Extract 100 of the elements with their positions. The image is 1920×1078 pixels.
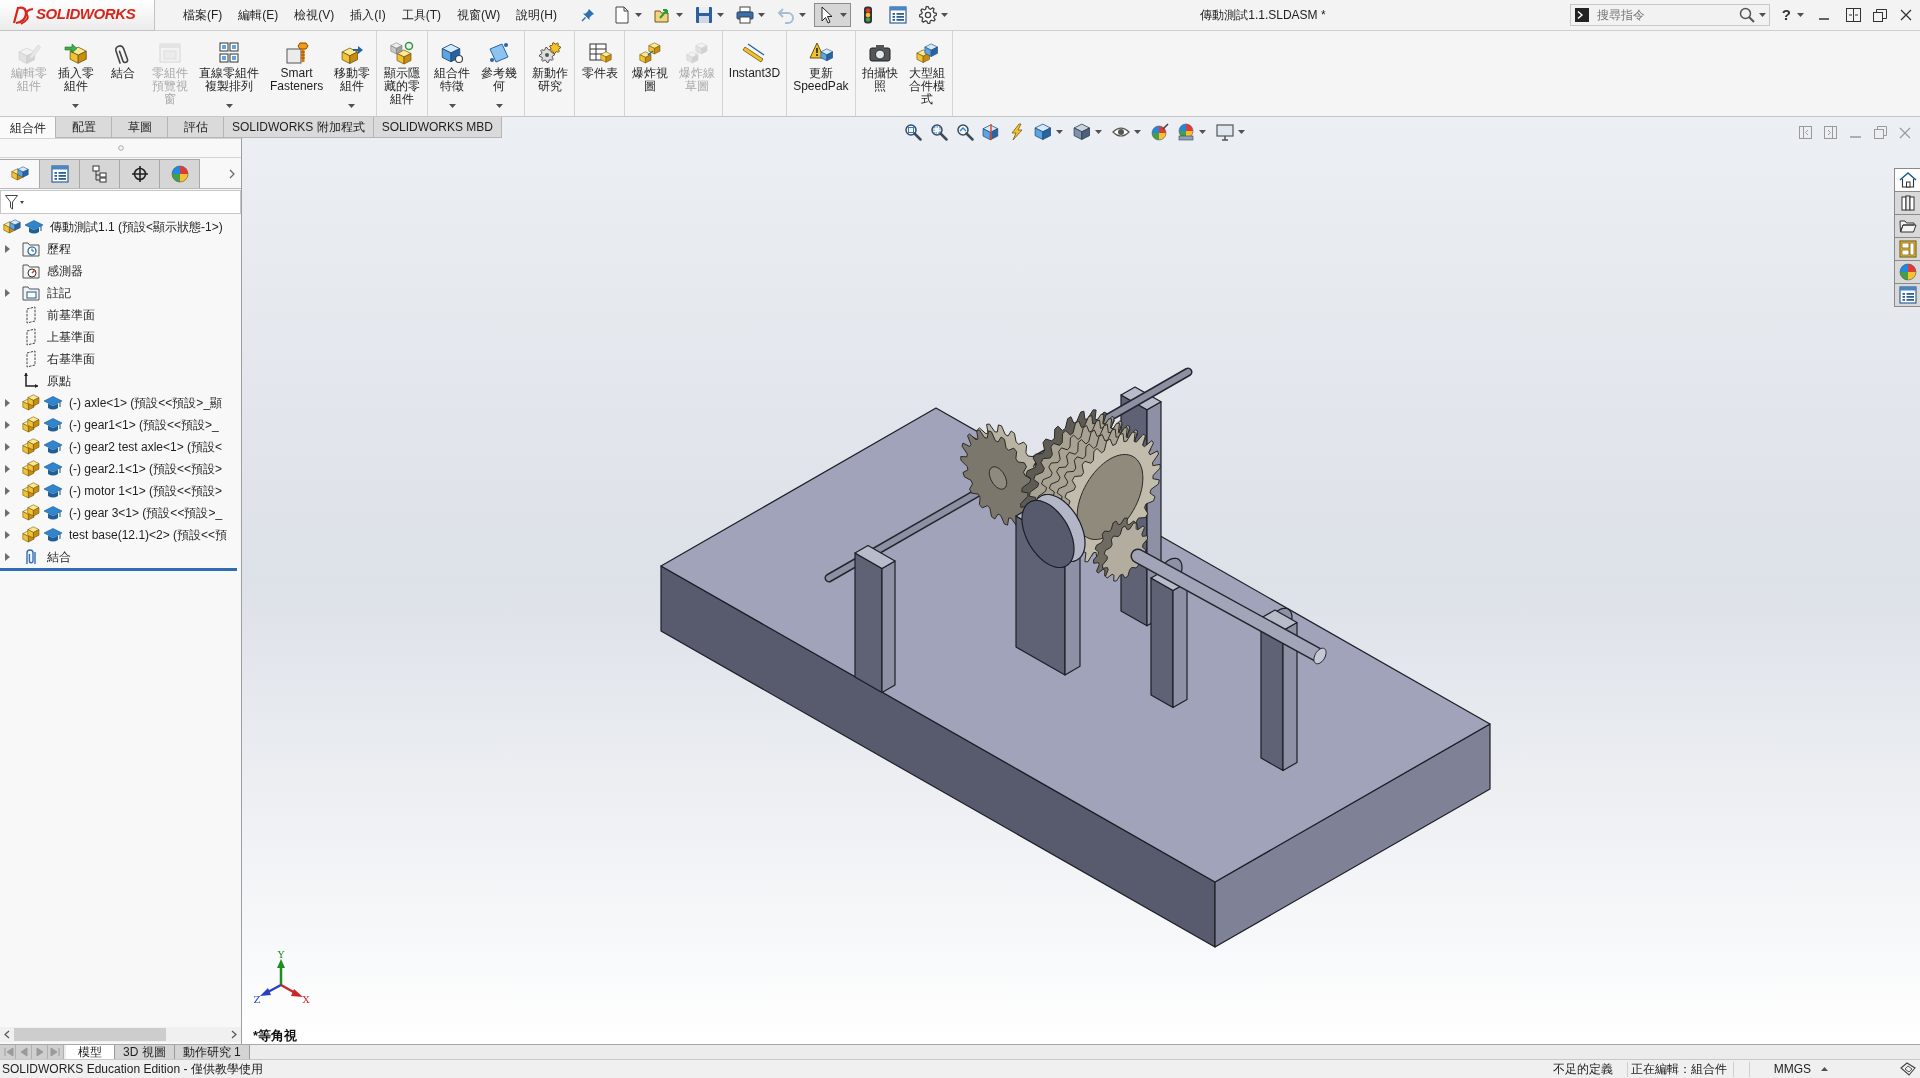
- expand-arrow-icon[interactable]: [5, 421, 10, 429]
- caret-icon[interactable]: [1056, 130, 1063, 134]
- caret-icon[interactable]: [1134, 130, 1141, 134]
- chevron-left-icon[interactable]: [4, 1030, 10, 1039]
- ribbon-button[interactable]: 直線零組件複製排列: [193, 31, 265, 116]
- ribbon-button[interactable]: 插入零組件: [52, 31, 100, 116]
- expand-arrow-icon[interactable]: [5, 399, 10, 407]
- view-toolbar-button[interactable]: [980, 122, 1002, 142]
- view-toolbar-button[interactable]: [902, 122, 924, 142]
- tree-item[interactable]: 註記: [0, 282, 241, 304]
- panel-tab[interactable]: [80, 159, 120, 188]
- task-pane-tab[interactable]: [1894, 283, 1920, 307]
- caret-icon[interactable]: [495, 104, 503, 108]
- tree-item[interactable]: (-) gear2 test axle<1> (預設<: [0, 436, 241, 458]
- caret-icon[interactable]: [348, 104, 356, 108]
- search-icon[interactable]: [1738, 7, 1755, 23]
- document-tab[interactable]: 動作研究 1: [174, 1045, 250, 1059]
- tree-item[interactable]: 原點: [0, 370, 241, 392]
- scrollbar-thumb[interactable]: [14, 1028, 166, 1041]
- caret-icon[interactable]: [676, 13, 683, 17]
- caret-icon[interactable]: [1095, 130, 1102, 134]
- ribbon-button[interactable]: 組合件特徵: [428, 31, 476, 116]
- ribbon-button[interactable]: 結合: [99, 31, 147, 116]
- ribbon-tab[interactable]: SOLIDWORKS MBD: [373, 117, 503, 138]
- caret-icon[interactable]: [635, 13, 642, 17]
- tree-item[interactable]: (-) gear1<1> (預設<<預設>_: [0, 414, 241, 436]
- ribbon-tab[interactable]: 評估: [168, 117, 224, 138]
- ribbon-tab[interactable]: 組合件: [0, 117, 56, 138]
- pin-icon[interactable]: [581, 8, 595, 22]
- tree-item[interactable]: 右基準面: [0, 348, 241, 370]
- expand-arrow-icon[interactable]: [5, 487, 10, 495]
- filter-field[interactable]: [0, 190, 241, 214]
- caret-icon[interactable]: [758, 13, 765, 17]
- menu-item[interactable]: 說明(H): [508, 4, 565, 26]
- view-toolbar-button[interactable]: [954, 122, 976, 142]
- ribbon-button[interactable]: 新動作研究: [526, 31, 574, 116]
- document-tab[interactable]: 3D 視圖: [115, 1045, 175, 1059]
- units-button[interactable]: MMGS: [1773, 1060, 1828, 1078]
- ribbon-tab[interactable]: 草圖: [112, 117, 168, 138]
- menu-item[interactable]: 視窗(W): [449, 4, 509, 26]
- tree-item[interactable]: (-) gear 3<1> (預設<<預設>_: [0, 502, 241, 524]
- view-toolbar-button[interactable]: [928, 122, 950, 142]
- expand-arrow-icon[interactable]: [5, 509, 10, 517]
- tree-item[interactable]: 前基準面: [0, 304, 241, 326]
- chevron-right-icon[interactable]: [231, 1030, 237, 1039]
- ribbon-tab[interactable]: 配置: [56, 117, 112, 138]
- panel-tab[interactable]: [0, 159, 40, 188]
- tree-item[interactable]: 傳動測試1.1 (預設<顯示狀態-1>): [0, 216, 241, 238]
- close-icon[interactable]: [1900, 9, 1912, 21]
- tree-item[interactable]: 結合: [0, 546, 241, 568]
- view-toolbar-button[interactable]: [1149, 122, 1171, 142]
- menu-item[interactable]: 編輯(E): [230, 4, 287, 26]
- caret-icon[interactable]: [225, 104, 233, 108]
- caret-icon[interactable]: [941, 13, 948, 17]
- toolbar-button[interactable]: [814, 3, 851, 27]
- menu-item[interactable]: 檢視(V): [286, 4, 343, 26]
- caret-icon[interactable]: [1797, 13, 1804, 17]
- caret-icon[interactable]: [840, 13, 847, 17]
- task-pane-tab[interactable]: [1894, 168, 1920, 192]
- panel-tab[interactable]: [120, 159, 160, 188]
- ribbon-button[interactable]: Smart Fasteners: [264, 31, 329, 116]
- tree-item[interactable]: test base(12.1)<2> (預設<<預: [0, 524, 241, 546]
- expand-arrow-icon[interactable]: [5, 531, 10, 539]
- caret-icon[interactable]: [1758, 13, 1766, 17]
- task-pane-tab[interactable]: [1894, 214, 1920, 238]
- tree-item[interactable]: 上基準面: [0, 326, 241, 348]
- logo-area[interactable]: SOLIDWORKS: [0, 0, 155, 31]
- menu-item[interactable]: 工具(T): [393, 4, 449, 26]
- tree-item[interactable]: 歷程: [0, 238, 241, 260]
- document-tab[interactable]: 模型: [66, 1045, 115, 1059]
- ribbon-button[interactable]: 顯示隱藏的零組件: [378, 31, 426, 116]
- tile-icon[interactable]: [1846, 8, 1861, 22]
- caret-icon[interactable]: [1238, 130, 1245, 134]
- menu-item[interactable]: 插入(I): [342, 4, 394, 26]
- ribbon-button[interactable]: 參考幾何: [475, 31, 524, 116]
- task-pane-tab[interactable]: [1894, 191, 1920, 215]
- chevron-right-icon[interactable]: [229, 169, 235, 179]
- tree-item[interactable]: (-) gear2.1<1> (預設<<預設>: [0, 458, 241, 480]
- caret-icon[interactable]: [448, 104, 456, 108]
- ribbon-tab[interactable]: SOLIDWORKS 附加程式: [224, 117, 374, 138]
- help-button[interactable]: ?: [1781, 3, 1804, 27]
- search-field[interactable]: 搜尋指令: [1569, 4, 1770, 26]
- tree-item[interactable]: (-) motor 1<1> (預設<<預設>: [0, 480, 241, 502]
- panel-tab[interactable]: [40, 159, 80, 188]
- tree-item[interactable]: 感測器: [0, 260, 241, 282]
- horizontal-scrollbar[interactable]: [0, 1027, 241, 1042]
- caret-icon[interactable]: [72, 104, 80, 108]
- ribbon-button[interactable]: 大型組合件模式: [903, 31, 951, 116]
- tree-item[interactable]: (-) axle<1> (預設<<預設>_顯: [0, 392, 241, 414]
- menu-item[interactable]: 檔案(F): [175, 4, 231, 26]
- ribbon-button[interactable]: Instant3D: [723, 31, 786, 116]
- caret-icon[interactable]: [20, 200, 24, 204]
- ribbon-button[interactable]: 移動零組件: [328, 31, 376, 116]
- ribbon-button[interactable]: 零件表: [576, 31, 624, 116]
- restore-icon[interactable]: [1873, 8, 1887, 22]
- ribbon-button[interactable]: 拍攝快照: [856, 31, 904, 116]
- expand-arrow-icon[interactable]: [5, 289, 10, 297]
- caret-icon[interactable]: [1199, 130, 1206, 134]
- caret-up-icon[interactable]: [1821, 1067, 1828, 1071]
- expand-arrow-icon[interactable]: [5, 245, 10, 253]
